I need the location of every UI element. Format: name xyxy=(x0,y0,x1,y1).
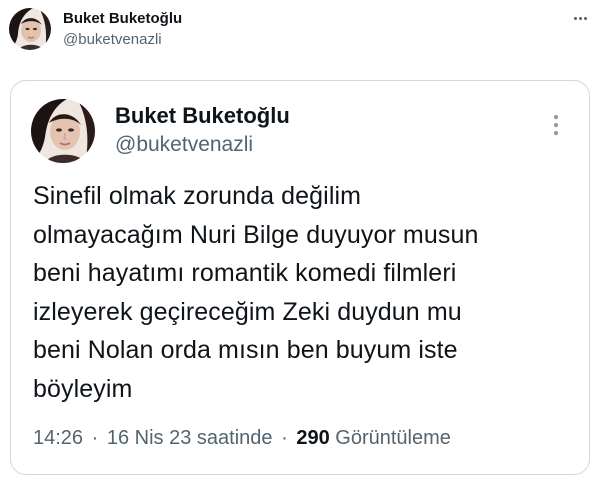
avatar[interactable] xyxy=(9,8,51,50)
quoted-tweet-card[interactable]: Buket Buketoğlu @buketvenazli Sinefil ol… xyxy=(10,80,590,475)
tweet-metadata: 14:26 · 16 Nis 23 saatinde · 290 Görüntü… xyxy=(33,426,451,450)
views-label: Görüntüleme xyxy=(335,427,451,449)
tweet-text-line: izleyerek geçireceğim Zeki duydun mu xyxy=(33,297,462,326)
avatar-image xyxy=(31,99,95,163)
tweet-time[interactable]: 14:26 xyxy=(33,427,83,449)
more-horizontal-icon[interactable] xyxy=(568,10,592,26)
user-handle[interactable]: @buketvenazli xyxy=(63,31,162,49)
display-name[interactable]: Buket Buketoğlu xyxy=(115,103,290,129)
more-vertical-icon[interactable] xyxy=(551,113,561,137)
views-count: 290 xyxy=(296,427,330,449)
tweet-text-line: Sinefil olmak zorunda değilim xyxy=(33,182,362,210)
separator: · xyxy=(91,427,99,449)
tweet-text-line: beni Nolan orda mısın ben buyum iste xyxy=(33,336,458,364)
tweet-text: Sinefil olmak zorunda değilim olmayacağı… xyxy=(33,177,573,408)
tweet-header: Buket Buketoğlu @buketvenazli xyxy=(0,0,600,64)
user-handle[interactable]: @buketvenazli xyxy=(115,132,253,158)
tweet-text-line: beni hayatımı romantik komedi filmleri xyxy=(33,259,457,287)
tweet-text-line: böyleyim xyxy=(33,374,133,403)
display-name[interactable]: Buket Buketoğlu xyxy=(63,10,182,28)
separator: · xyxy=(281,427,288,449)
tweet-text-line: olmayacağım Nuri Bilge duyuyor musun xyxy=(33,220,479,249)
tweet-date[interactable]: 16 Nis 23 saatinde xyxy=(107,427,273,449)
avatar[interactable] xyxy=(31,99,95,163)
avatar-image xyxy=(9,8,51,50)
